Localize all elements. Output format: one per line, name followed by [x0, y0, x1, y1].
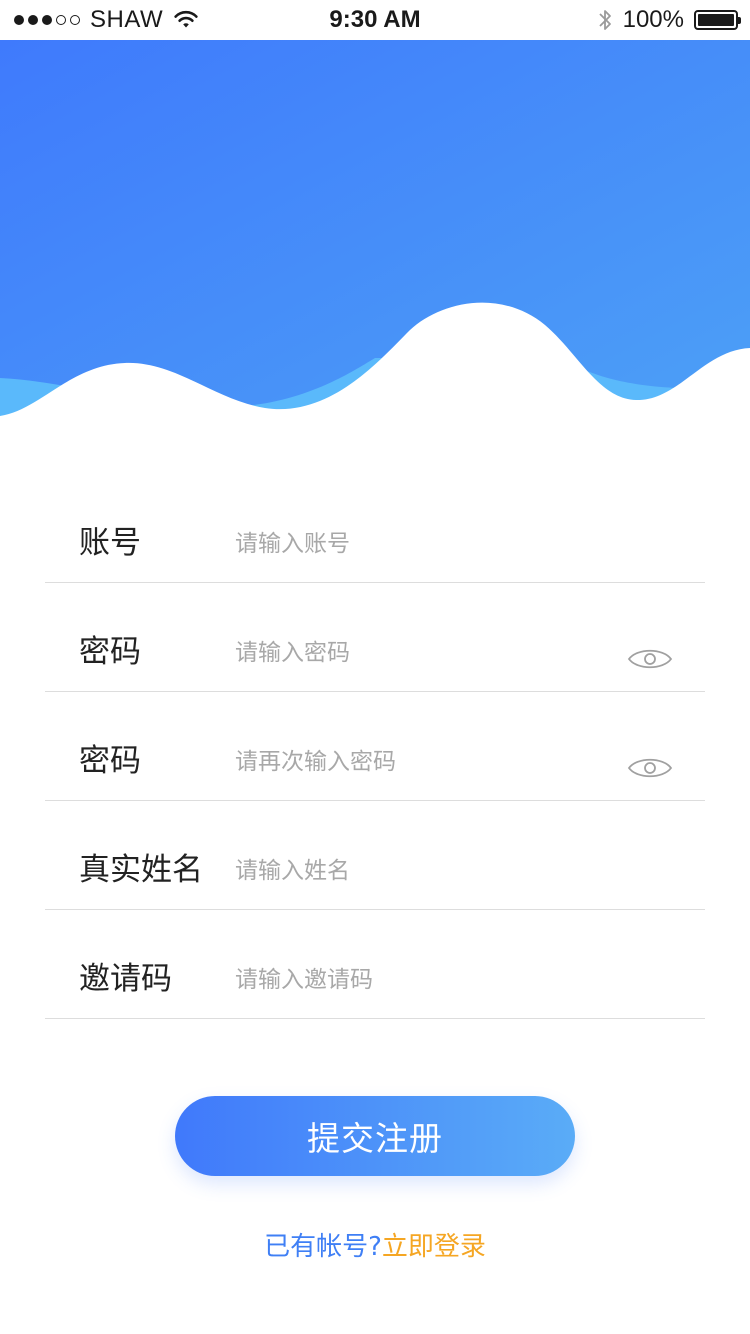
- login-now-link[interactable]: 立即登录: [382, 1232, 486, 1262]
- register-form: 账号 密码 密码 真实姓名 邀请码: [45, 505, 705, 1019]
- battery-icon: [694, 10, 741, 30]
- password-confirm-row: 密码: [45, 692, 705, 801]
- invite-code-label: 邀请码: [79, 961, 172, 997]
- real-name-row: 真实姓名: [45, 801, 705, 910]
- submit-register-button[interactable]: 提交注册: [175, 1096, 575, 1176]
- account-row: 账号: [45, 505, 705, 583]
- password-confirm-label: 密码: [79, 743, 141, 779]
- real-name-label: 真实姓名: [79, 852, 203, 888]
- invite-code-row: 邀请码: [45, 910, 705, 1019]
- battery-level: [698, 14, 734, 26]
- password-input[interactable]: [235, 633, 615, 673]
- bluetooth-icon: [598, 10, 611, 30]
- eye-icon[interactable]: [627, 644, 673, 674]
- password-confirm-input[interactable]: [235, 742, 615, 782]
- status-right: 100%: [597, 6, 741, 34]
- header-wave-background: [0, 40, 750, 440]
- battery-percent: 100%: [622, 6, 684, 33]
- account-input[interactable]: [235, 524, 615, 564]
- account-label: 账号: [79, 525, 141, 561]
- password-row: 密码: [45, 583, 705, 692]
- have-account-text: 已有帐号?: [264, 1232, 382, 1262]
- password-label: 密码: [79, 634, 141, 670]
- eye-icon[interactable]: [627, 753, 673, 783]
- real-name-input[interactable]: [235, 851, 615, 891]
- invite-code-input[interactable]: [235, 960, 615, 1000]
- status-bar: SHAW 9:30 AM 100%: [0, 0, 750, 40]
- login-prompt-line: 已有帐号?立即登录: [0, 1226, 750, 1263]
